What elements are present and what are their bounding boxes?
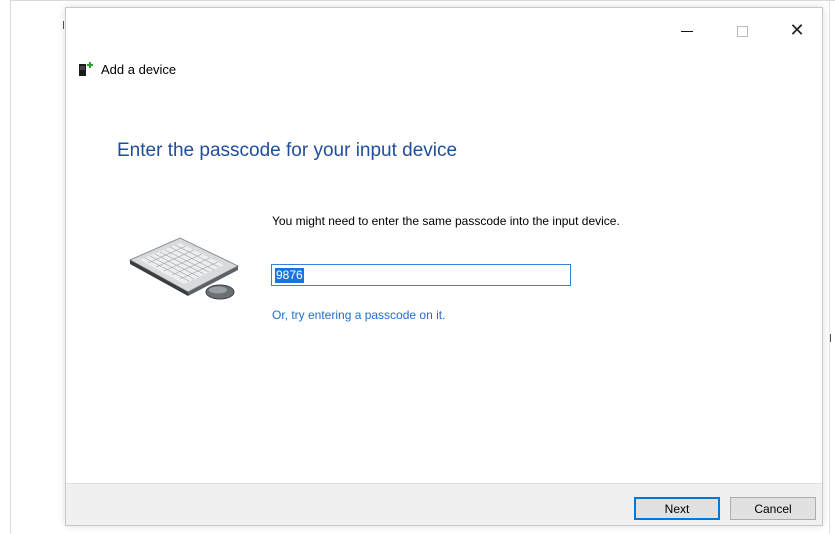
title-bar[interactable]: ✕ [66, 8, 822, 52]
page-heading: Enter the passcode for your input device [117, 140, 458, 161]
background-window-top-border [10, 0, 835, 1]
next-button[interactable]: Next [634, 497, 720, 520]
instruction-text: You might need to enter the same passcod… [272, 214, 620, 228]
keyboard-and-mouse-image [126, 236, 244, 302]
minimize-icon [681, 30, 693, 32]
minimize-button[interactable] [664, 16, 710, 46]
maximize-icon [736, 25, 748, 37]
close-icon: ✕ [789, 20, 805, 41]
enter-passcode-on-device-link[interactable]: Or, try entering a passcode on it. [272, 308, 445, 322]
background-text-fragment [830, 334, 831, 342]
add-device-icon [78, 61, 94, 77]
cancel-button[interactable]: Cancel [730, 497, 816, 520]
close-button[interactable]: ✕ [774, 16, 820, 46]
add-device-dialog: ✕ Add a device Enter the passcode for yo… [66, 8, 822, 525]
passcode-value: 9876 [275, 267, 304, 283]
maximize-button [719, 16, 765, 46]
background-text-fragment [63, 21, 64, 29]
passcode-input[interactable]: 9876 [271, 264, 571, 286]
background-window-right-border [829, 0, 830, 534]
background-window-border [10, 0, 11, 534]
dialog-footer: Next Cancel [66, 483, 822, 525]
dialog-header: Add a device [78, 61, 176, 77]
dialog-title: Add a device [101, 61, 177, 77]
